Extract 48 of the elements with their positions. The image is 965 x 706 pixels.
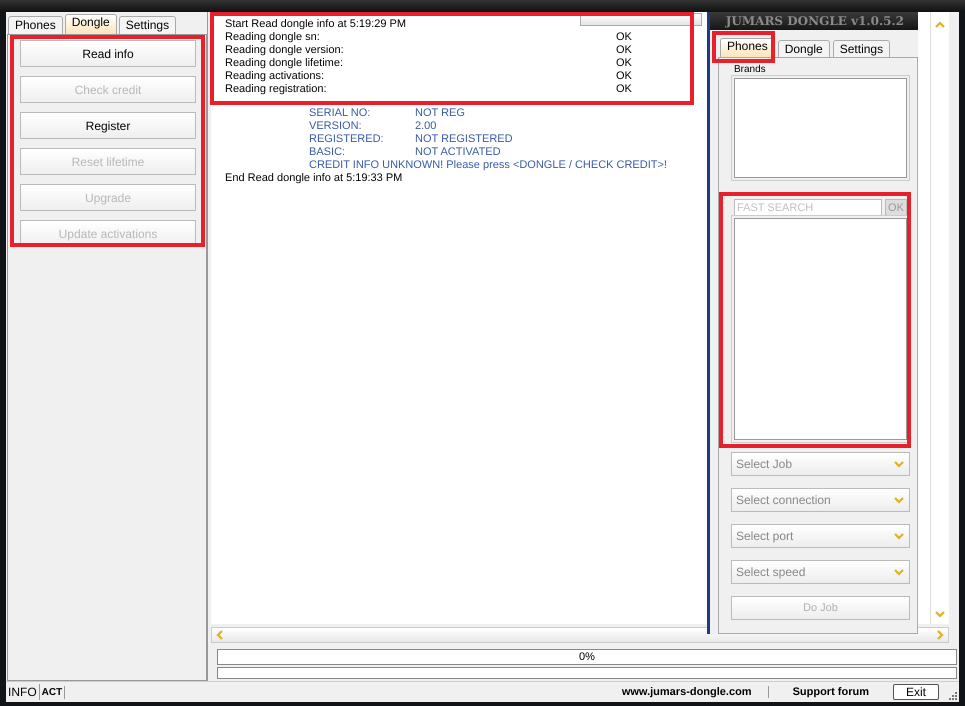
result-text: OK bbox=[616, 31, 632, 44]
result-text: OK bbox=[616, 70, 632, 83]
chevron-down-icon[interactable] bbox=[893, 458, 905, 470]
info-label: REGISTERED: bbox=[309, 133, 385, 146]
tab[interactable]: Phones bbox=[8, 16, 63, 34]
info-value: NOT ACTIVATED bbox=[415, 146, 501, 159]
brands-list[interactable] bbox=[734, 78, 907, 178]
dongle-button[interactable]: Read info bbox=[20, 40, 196, 67]
chevron-down-icon[interactable] bbox=[893, 530, 905, 542]
log-line: Reading dongle version: bbox=[225, 44, 345, 57]
status-tab[interactable]: INFO bbox=[6, 684, 40, 700]
tab[interactable]: Dongle bbox=[778, 40, 830, 57]
info-value: 2.00 bbox=[415, 120, 436, 133]
info-value: NOT REG bbox=[415, 107, 465, 120]
chevron-down-icon[interactable] bbox=[934, 608, 946, 620]
log-line: End Read dongle info at 5:19:33 PM bbox=[225, 172, 402, 185]
log-note: CREDIT INFO UNKNOWN! Please press <DONGLE / CHECK CREDIT>! bbox=[309, 159, 667, 172]
dongle-button[interactable]: Register bbox=[20, 112, 196, 139]
info-label: SERIAL NO: bbox=[309, 107, 372, 120]
tab[interactable]: Dongle bbox=[64, 14, 117, 34]
website-link[interactable]: www.jumars-dongle.com bbox=[622, 686, 769, 698]
tab[interactable]: Settings bbox=[118, 16, 176, 34]
exit-button[interactable]: Exit bbox=[892, 684, 939, 700]
highlight-frame bbox=[712, 31, 775, 63]
chevron-down-icon[interactable] bbox=[893, 566, 905, 578]
result-text: OK bbox=[616, 44, 632, 57]
support-link[interactable]: Support forum bbox=[768, 686, 893, 698]
group-label: Brands bbox=[734, 64, 767, 75]
info-label: VERSION: bbox=[309, 120, 363, 133]
info-value: NOT REGISTERED bbox=[415, 133, 513, 146]
info-label: BASIC: bbox=[309, 146, 346, 159]
log-line: Reading dongle sn: bbox=[225, 31, 321, 44]
resize-grip-icon[interactable] bbox=[948, 691, 957, 700]
log-line: Start Read dongle info at 5:19:29 PM bbox=[225, 18, 406, 31]
phones-list[interactable] bbox=[734, 218, 907, 440]
tab[interactable]: Settings bbox=[832, 40, 890, 57]
result-text: OK bbox=[616, 83, 632, 96]
result-text: OK bbox=[616, 57, 632, 70]
progress-text: 0% bbox=[579, 651, 595, 663]
status-tab[interactable]: ACT bbox=[40, 686, 66, 698]
chevron-down-icon[interactable] bbox=[893, 494, 905, 506]
log-line: Reading registration: bbox=[225, 83, 328, 96]
log-line: Reading dongle lifetime: bbox=[225, 57, 344, 70]
chevron-right-icon[interactable] bbox=[934, 629, 946, 641]
window-title: JUMARS DONGLE v1.0.5.2 bbox=[726, 14, 904, 28]
search-field[interactable]: FAST SEARCH bbox=[734, 199, 882, 216]
log-line: Reading activations: bbox=[225, 70, 326, 83]
chevron-left-icon[interactable] bbox=[214, 629, 226, 641]
